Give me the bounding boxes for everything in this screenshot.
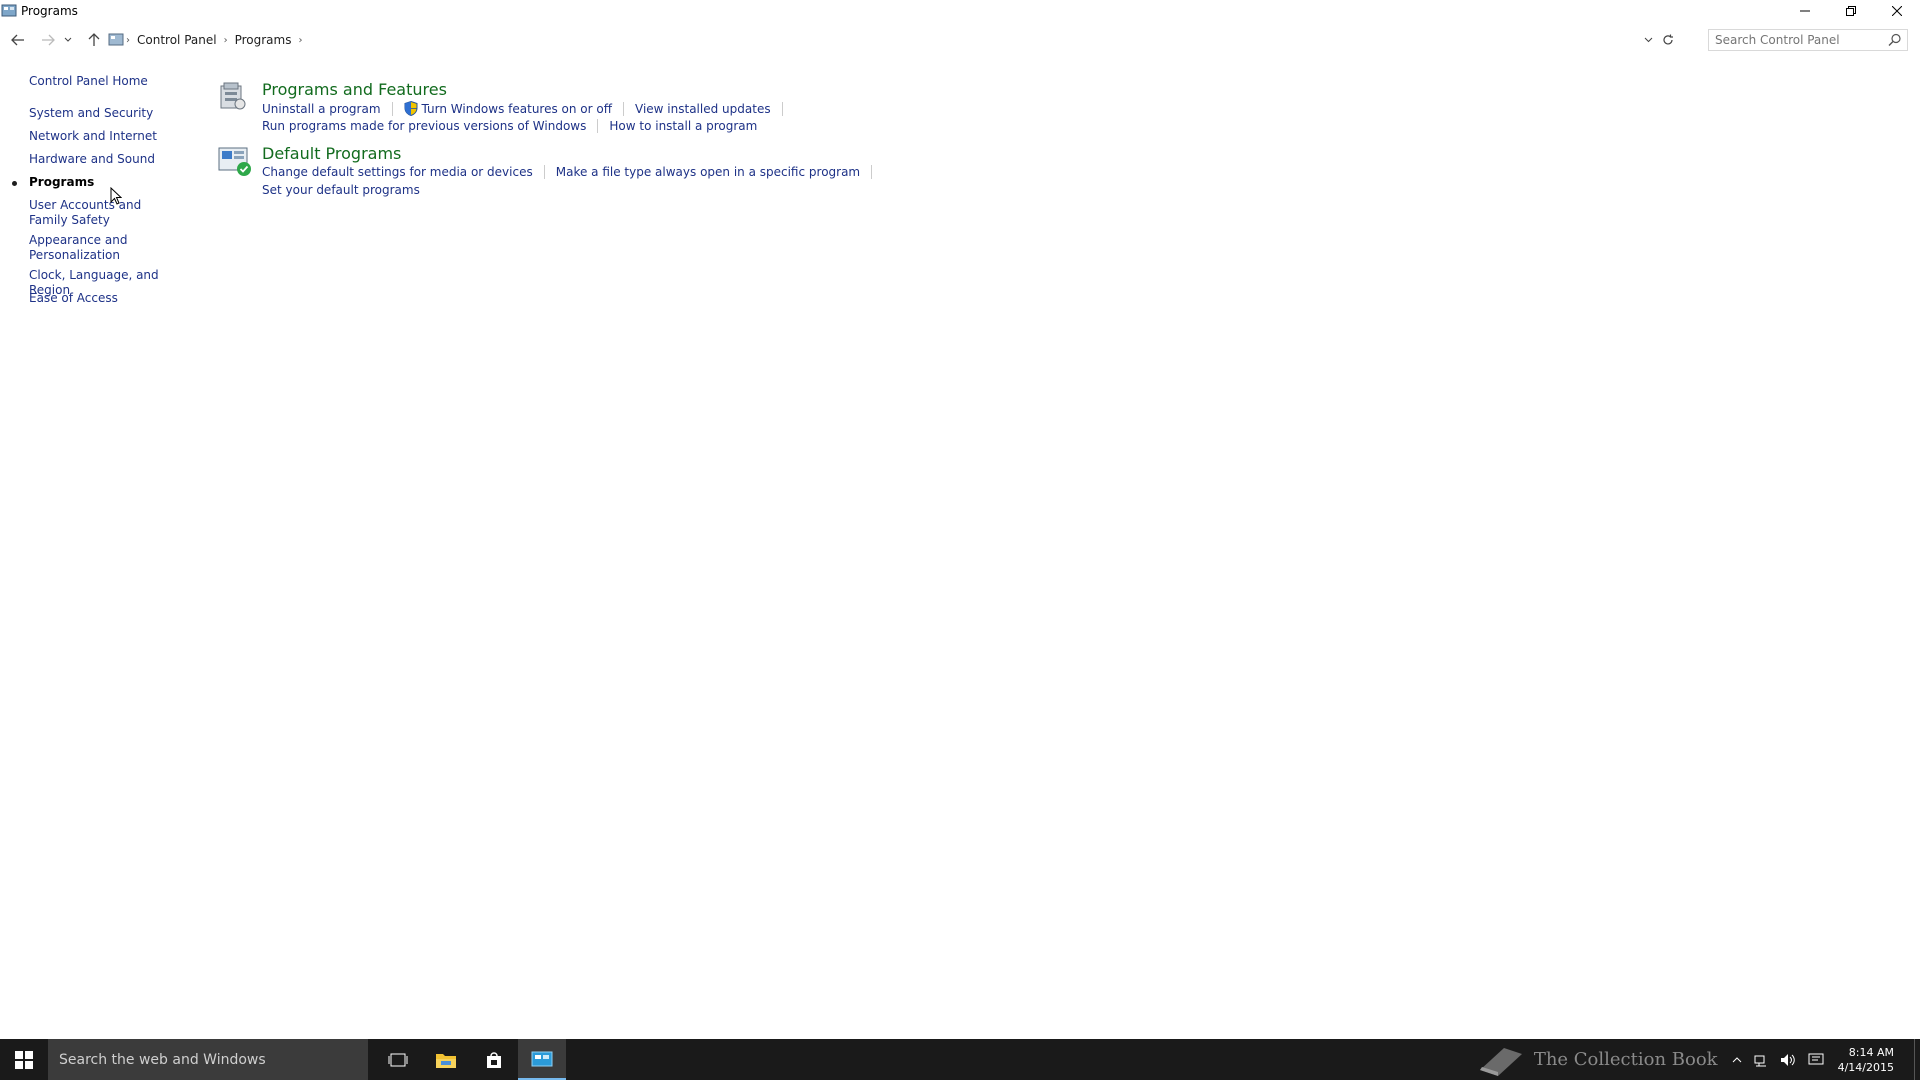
recent-locations-button[interactable] bbox=[62, 30, 74, 50]
control-panel-location-icon bbox=[108, 33, 124, 46]
show-desktop-button[interactable] bbox=[1914, 1039, 1920, 1080]
window-controls bbox=[1782, 0, 1920, 22]
control-panel-icon bbox=[1, 4, 17, 17]
title-bar[interactable]: Programs bbox=[0, 0, 1920, 22]
control-panel-icon bbox=[531, 1051, 553, 1066]
clock-time: 8:14 AM bbox=[1848, 1045, 1894, 1059]
link-divider bbox=[781, 101, 783, 116]
programs-features-links-row2: Run programs made for previous versions … bbox=[262, 119, 757, 133]
mouse-cursor-icon bbox=[110, 187, 122, 205]
change-default-media-settings-link[interactable]: Change default settings for media or dev… bbox=[262, 165, 533, 179]
active-item-bullet-icon bbox=[12, 181, 17, 186]
folder-icon bbox=[436, 1053, 456, 1068]
windows-features-link[interactable]: Turn Windows features on or off bbox=[422, 102, 613, 116]
file-explorer-button[interactable] bbox=[422, 1039, 470, 1080]
breadcrumb-control-panel[interactable]: Control Panel bbox=[137, 33, 217, 47]
network-icon[interactable] bbox=[1754, 1053, 1768, 1067]
uac-shield-icon bbox=[404, 101, 418, 116]
link-divider bbox=[871, 165, 873, 179]
back-arrow-icon bbox=[11, 34, 24, 46]
taskbar: Search the web and Windows The Collectio… bbox=[0, 1039, 1920, 1080]
taskbar-search-box[interactable]: Search the web and Windows bbox=[48, 1039, 368, 1080]
default-programs-links-row1: Change default settings for media or dev… bbox=[262, 165, 883, 179]
refresh-button[interactable] bbox=[1658, 34, 1678, 46]
control-panel-taskbar-button[interactable] bbox=[518, 1039, 566, 1080]
book-icon bbox=[1479, 1047, 1522, 1076]
link-divider bbox=[597, 119, 599, 133]
search-icon[interactable] bbox=[1888, 33, 1902, 47]
control-panel-window: Programs › Control Panel › Programs › Se… bbox=[0, 0, 1920, 1039]
address-bar-actions bbox=[1638, 29, 1678, 51]
link-divider bbox=[623, 101, 625, 116]
sidebar-item-ease-of-access[interactable]: Ease of Access bbox=[29, 291, 189, 306]
restore-button[interactable] bbox=[1828, 0, 1874, 22]
clock[interactable]: 8:14 AM 4/14/2015 bbox=[1838, 1045, 1894, 1075]
default-programs-links-row2: Set your default programs bbox=[262, 183, 420, 197]
breadcrumb-separator-icon[interactable]: › bbox=[126, 35, 130, 46]
up-arrow-icon bbox=[88, 33, 100, 46]
start-button[interactable] bbox=[0, 1039, 48, 1080]
breadcrumb-programs[interactable]: Programs bbox=[235, 33, 292, 47]
sidebar-item-user-accounts[interactable]: User Accounts and Family Safety bbox=[29, 198, 174, 228]
task-view-button[interactable] bbox=[374, 1039, 422, 1080]
chevron-down-icon bbox=[1644, 37, 1652, 43]
view-installed-updates-link[interactable]: View installed updates bbox=[635, 102, 771, 116]
sidebar-item-appearance[interactable]: Appearance and Personalization bbox=[29, 233, 139, 263]
sidebar-item-network-internet[interactable]: Network and Internet bbox=[29, 129, 189, 144]
minimize-button[interactable] bbox=[1782, 0, 1828, 22]
default-programs-icon[interactable] bbox=[217, 142, 253, 178]
breadcrumb-separator-icon[interactable]: › bbox=[224, 35, 228, 46]
store-button[interactable] bbox=[470, 1039, 518, 1080]
sidebar-item-programs[interactable]: Programs bbox=[29, 175, 189, 190]
back-button[interactable] bbox=[8, 30, 28, 50]
address-history-button[interactable] bbox=[1638, 37, 1658, 43]
up-button[interactable] bbox=[84, 30, 104, 50]
search-control-panel-box[interactable] bbox=[1708, 29, 1908, 51]
uninstall-program-link[interactable]: Uninstall a program bbox=[262, 102, 381, 116]
programs-features-icon[interactable] bbox=[215, 78, 251, 114]
navigation-bar: › Control Panel › Programs › bbox=[0, 22, 1920, 58]
volume-icon[interactable] bbox=[1780, 1053, 1796, 1067]
set-default-programs-link[interactable]: Set your default programs bbox=[262, 183, 420, 197]
minimize-icon bbox=[1800, 10, 1810, 12]
compatibility-programs-link[interactable]: Run programs made for previous versions … bbox=[262, 119, 586, 133]
link-divider bbox=[543, 165, 545, 179]
windows-logo-icon bbox=[15, 1050, 33, 1069]
programs-features-heading[interactable]: Programs and Features bbox=[262, 80, 447, 99]
forward-arrow-icon bbox=[42, 34, 55, 46]
watermark-text: The Collection Book bbox=[1533, 1049, 1718, 1070]
control-panel-home-link[interactable]: Control Panel Home bbox=[29, 74, 148, 89]
tray-icons bbox=[1732, 1053, 1824, 1067]
default-programs-heading[interactable]: Default Programs bbox=[262, 144, 401, 163]
address-bar[interactable]: › Control Panel › Programs › bbox=[108, 29, 1678, 51]
clock-date: 4/14/2015 bbox=[1837, 1060, 1894, 1074]
file-type-association-link[interactable]: Make a file type always open in a specif… bbox=[556, 165, 860, 179]
window-title: Programs bbox=[21, 4, 78, 18]
system-tray: The Collection Book 8:14 AM 4/14/2015 bbox=[1476, 1039, 1920, 1080]
chevron-down-icon bbox=[64, 37, 72, 42]
close-button[interactable] bbox=[1874, 0, 1920, 22]
store-bag-icon bbox=[487, 1051, 501, 1068]
how-to-install-link[interactable]: How to install a program bbox=[609, 119, 757, 133]
close-icon bbox=[1892, 6, 1902, 16]
restore-icon bbox=[1846, 6, 1856, 16]
search-input[interactable] bbox=[1715, 33, 1880, 47]
forward-button[interactable] bbox=[38, 30, 58, 50]
action-center-icon[interactable] bbox=[1808, 1053, 1824, 1067]
programs-features-links-row1: Uninstall a program Turn Windows feature… bbox=[262, 101, 794, 116]
sidebar-item-system-security[interactable]: System and Security bbox=[29, 106, 189, 121]
link-divider bbox=[391, 101, 393, 116]
breadcrumb-separator-icon[interactable]: › bbox=[298, 35, 302, 46]
task-view-icon bbox=[388, 1053, 408, 1066]
sidebar-item-hardware-sound[interactable]: Hardware and Sound bbox=[29, 152, 189, 167]
refresh-icon bbox=[1663, 34, 1673, 45]
chevron-up-icon[interactable] bbox=[1732, 1056, 1742, 1064]
